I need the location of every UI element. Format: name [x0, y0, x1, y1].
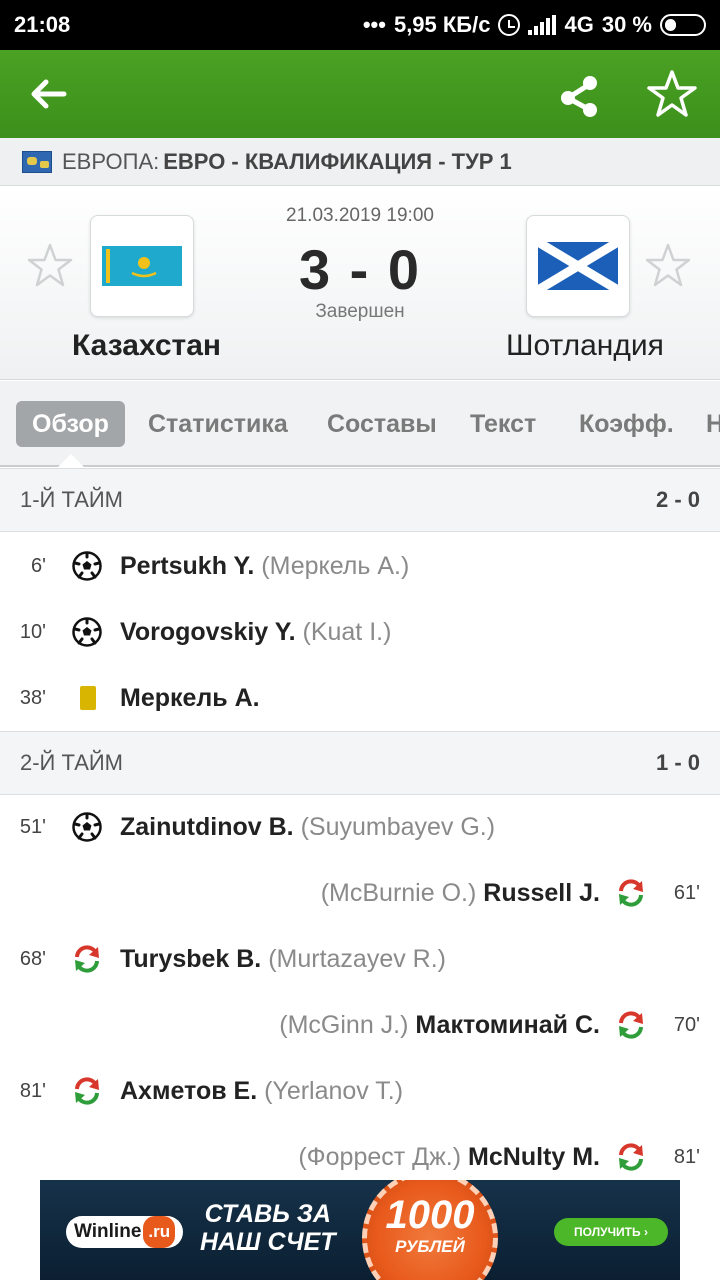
section-title: 1-Й ТАЙМ	[20, 487, 124, 512]
away-team-name[interactable]: Шотландия	[506, 329, 664, 363]
event-minute: 10'	[19, 621, 46, 643]
arrow-left-icon[interactable]	[26, 72, 70, 116]
status-dots: •••	[362, 12, 386, 37]
ad-slogan-line1: СТАВЬ ЗА	[204, 1200, 331, 1228]
event-minute: 38'	[19, 687, 46, 709]
substitution-icon	[75, 1077, 99, 1105]
tab-lineups[interactable]: Составы	[327, 401, 437, 447]
event-row[interactable]: (McBurnie O.) Russell J. 61'	[0, 860, 720, 926]
status-time: 21:08	[14, 12, 71, 37]
event-text: Turysbek B. (Murtazayev R.)	[120, 926, 446, 992]
event-text: Vorogovskiy Y. (Kuat I.)	[120, 599, 391, 665]
substitution-icon	[75, 945, 99, 973]
section-first-half: 1-Й ТАЙМ 2 - 0	[0, 468, 720, 532]
event-row[interactable]: 51' Zainutdinov B. (Suyumbayev G.)	[0, 794, 720, 860]
ad-brand-suffix: .ru	[143, 1216, 176, 1248]
alarm-icon	[498, 14, 521, 36]
event-minute: 61'	[673, 882, 700, 904]
event-text: (McGinn J.) Мактоминай С.	[279, 992, 600, 1058]
share-icon[interactable]	[556, 70, 604, 118]
substitution-icon	[619, 1143, 643, 1171]
ad-slogan: СТАВЬ ЗА НАШ СЧЕТ	[200, 1200, 336, 1256]
section-score: 1 - 0	[655, 750, 700, 775]
ad-slogan-line2: НАШ СЧЕТ	[200, 1228, 336, 1256]
tab-overview[interactable]: Обзор	[16, 401, 125, 447]
soccer-ball-icon	[72, 617, 102, 647]
league-competition: ЕВРО - КВАЛИФИКАЦИЯ - ТУР 1	[163, 148, 512, 174]
event-player: Zainutdinov B.	[120, 813, 294, 841]
soccer-ball-icon	[72, 551, 102, 581]
event-row[interactable]: 10' Vorogovskiy Y. (Kuat I.)	[0, 599, 720, 665]
event-assist: (McBurnie O.)	[320, 879, 477, 907]
event-player: Pertsukh Y.	[120, 552, 255, 580]
status-bar: 21:08 ••• 5,95 КБ/с 4G 30 %	[0, 0, 720, 50]
league-country: ЕВРОПА:	[62, 148, 160, 174]
active-tab-indicator	[58, 454, 84, 467]
signal-icon	[528, 15, 557, 35]
event-row[interactable]: (McGinn J.) Мактоминай С. 70'	[0, 992, 720, 1058]
event-row[interactable]: 6' Pertsukh Y. (Меркель А.)	[0, 533, 720, 599]
scotland-flag-icon	[538, 242, 618, 290]
event-assist: (McGinn J.)	[279, 1011, 409, 1039]
ad-brand: Winline	[74, 1221, 142, 1242]
match-tabs: Обзор Статистика Составы Текст Коэфф. Н	[0, 381, 720, 467]
match-header: 21.03.2019 19:00 3 - 0 Завершен Казахста…	[0, 187, 720, 380]
yellow-card-icon	[80, 686, 96, 710]
event-player: Russell J.	[483, 879, 600, 907]
status-speed: 5,95 КБ/с	[393, 12, 491, 37]
event-assist: (Suyumbayev G.)	[300, 813, 496, 841]
event-player: Ахметов Е.	[120, 1077, 258, 1105]
tab-statistics[interactable]: Статистика	[148, 401, 288, 447]
event-minute: 81'	[19, 1080, 46, 1102]
substitution-icon	[619, 879, 643, 907]
event-minute: 68'	[19, 948, 46, 970]
away-team-logo[interactable]	[526, 215, 630, 317]
status-network: 4G	[564, 12, 594, 37]
section-score: 2 - 0	[655, 487, 700, 512]
event-player: Мактоминай С.	[415, 1011, 600, 1039]
event-row[interactable]: 81' Ахметов Е. (Yerlanov T.)	[0, 1058, 720, 1124]
ad-amount: 1000	[385, 1193, 475, 1237]
event-text: Pertsukh Y. (Меркель А.)	[120, 533, 409, 599]
ad-banner[interactable]: Winline .ru СТАВЬ ЗА НАШ СЧЕТ 1000 РУБЛЕЙ…	[40, 1180, 680, 1280]
battery-icon	[660, 14, 706, 36]
event-row[interactable]: 38' Меркель А.	[0, 665, 720, 731]
tab-odds[interactable]: Коэфф.	[579, 401, 674, 447]
app-bar	[0, 50, 720, 138]
section-title: 2-Й ТАЙМ	[20, 750, 124, 775]
event-row[interactable]: 68' Turysbek B. (Murtazayev R.)	[0, 926, 720, 992]
event-assist: (Kuat I.)	[302, 618, 392, 646]
league-breadcrumb[interactable]: ЕВРОПА: ЕВРО - КВАЛИФИКАЦИЯ - ТУР 1	[0, 138, 720, 186]
ad-brand-logo: Winline .ru	[66, 1216, 184, 1248]
home-team-name[interactable]: Казахстан	[72, 329, 221, 363]
event-text: Меркель А.	[120, 665, 260, 731]
world-map-icon	[22, 150, 52, 173]
event-minute: 70'	[673, 1014, 700, 1036]
event-assist: (Murtazayev R.)	[268, 945, 447, 973]
event-assist: (Меркель А.)	[261, 552, 410, 580]
substitution-icon	[619, 1011, 643, 1039]
ad-currency: РУБЛЕЙ	[395, 1237, 465, 1256]
event-text: Zainutdinov B. (Suyumbayev G.)	[120, 794, 495, 860]
event-text: (McBurnie O.) Russell J.	[321, 860, 600, 926]
event-assist: (Yerlanov T.)	[264, 1077, 404, 1105]
status-indicators: ••• 5,95 КБ/с 4G 30 %	[363, 12, 706, 38]
event-minute: 6'	[31, 555, 46, 577]
section-second-half: 2-Й ТАЙМ 1 - 0	[0, 731, 720, 795]
star-outline-icon[interactable]	[646, 68, 698, 120]
event-player: Vorogovskiy Y.	[120, 618, 296, 646]
event-player: Меркель А.	[120, 684, 260, 712]
event-assist: (Форрест Дж.)	[298, 1143, 462, 1171]
casino-chip-icon: 1000 РУБЛЕЙ	[362, 1180, 498, 1280]
ad-cta-button[interactable]: ПОЛУЧИТЬ ›	[554, 1218, 668, 1246]
favorite-away-star-icon[interactable]	[644, 242, 692, 290]
event-player: McNulty M.	[468, 1143, 600, 1171]
event-minute: 51'	[19, 816, 46, 838]
event-text: Ахметов Е. (Yerlanov T.)	[120, 1058, 403, 1124]
tab-commentary[interactable]: Текст	[470, 401, 536, 447]
status-battery-text: 30 %	[601, 12, 652, 37]
soccer-ball-icon	[72, 812, 102, 842]
tab-more[interactable]: Н	[706, 401, 720, 447]
event-player: Turysbek B.	[120, 945, 262, 973]
